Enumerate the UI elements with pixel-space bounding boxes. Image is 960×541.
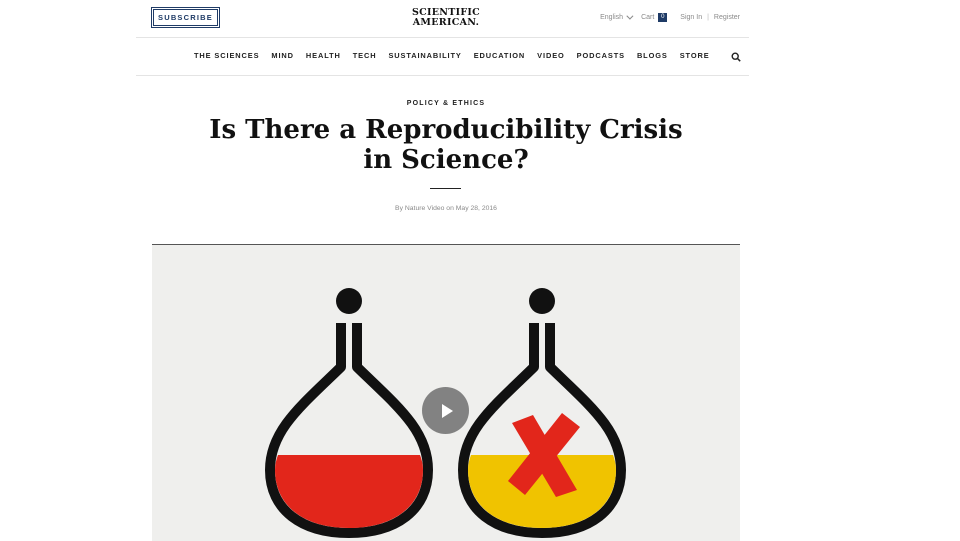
site-logo[interactable]: SCIENTIFIC AMERICAN. xyxy=(400,8,492,27)
nav-item-education[interactable]: EDUCATION xyxy=(474,51,525,60)
nav-item-blogs[interactable]: BLOGS xyxy=(637,51,668,60)
nav-item-store[interactable]: STORE xyxy=(680,51,710,60)
play-icon xyxy=(441,403,453,418)
register-link[interactable]: Register xyxy=(714,14,740,21)
article-category[interactable]: POLICY & ETHICS xyxy=(136,100,756,107)
nav-item-sustainability[interactable]: SUSTAINABILITY xyxy=(388,51,461,60)
header-divider xyxy=(136,37,749,38)
nav-item-tech[interactable]: TECH xyxy=(353,51,377,60)
nav-item-health[interactable]: HEALTH xyxy=(306,51,341,60)
subscribe-button[interactable]: SUBSCRIBE xyxy=(151,7,220,28)
right-flask xyxy=(458,288,626,538)
nav-item-podcasts[interactable]: PODCASTS xyxy=(577,51,625,60)
nav-divider xyxy=(136,75,749,76)
cart-link[interactable]: Cart xyxy=(641,14,654,21)
play-button[interactable] xyxy=(422,387,469,434)
byline: By Nature Video on May 28, 2016 xyxy=(395,205,497,212)
chevron-down-icon xyxy=(626,12,634,20)
sign-in-link[interactable]: Sign In xyxy=(680,14,702,21)
logo-line-2: AMERICAN. xyxy=(412,16,480,28)
nav-item-the-sciences[interactable]: THE SCIENCES xyxy=(194,51,259,60)
search-icon[interactable] xyxy=(731,52,741,62)
title-line-1: Is There a Reproducibility Crisis xyxy=(209,115,683,145)
cart-count-badge[interactable]: 0 xyxy=(658,13,668,22)
title-line-2: in Science? xyxy=(363,145,529,175)
article-title: Is There a Reproducibility Crisis in Sci… xyxy=(136,115,756,175)
nav-item-mind[interactable]: MIND xyxy=(271,51,293,60)
language-label: English xyxy=(600,14,624,21)
utility-links: English Cart 0 Sign In | Register xyxy=(600,12,740,22)
page: SUBSCRIBE SCIENTIFIC AMERICAN. English C… xyxy=(136,0,749,541)
main-nav: THE SCIENCES MIND HEALTH TECH SUSTAINABI… xyxy=(194,51,722,60)
left-flask xyxy=(265,288,433,538)
video-player[interactable] xyxy=(152,244,740,541)
title-divider xyxy=(430,188,461,189)
nav-item-video[interactable]: VIDEO xyxy=(537,51,565,60)
separator: | xyxy=(707,14,709,21)
language-selector[interactable]: English xyxy=(600,12,634,21)
